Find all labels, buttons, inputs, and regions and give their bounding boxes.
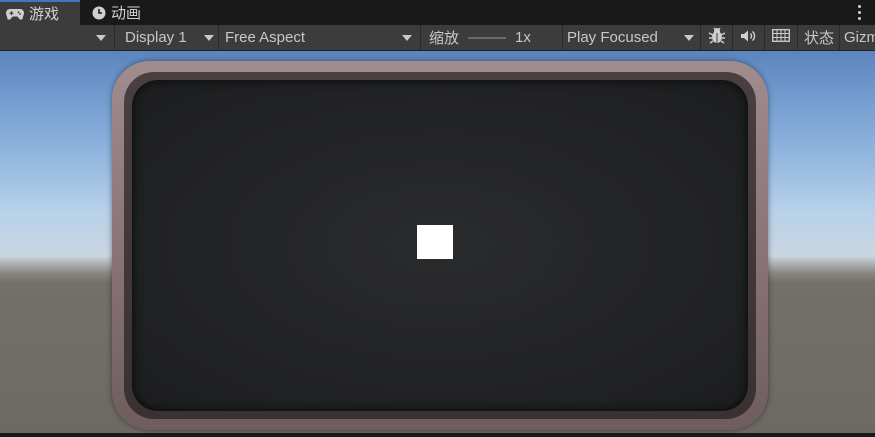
stats-label: 状态 (804, 30, 835, 47)
bottom-border (0, 433, 875, 437)
chevron-down-icon (204, 34, 214, 41)
chevron-down-icon (684, 34, 694, 41)
scale-value: 1x (515, 29, 531, 46)
white-square (417, 225, 453, 259)
tab-bar: 游戏 动画 (0, 0, 875, 25)
gamepad-icon (6, 8, 24, 20)
scale-slider[interactable] (468, 36, 507, 39)
aspect-label: Free Aspect (225, 29, 306, 46)
tab-game-label: 游戏 (29, 6, 60, 23)
tab-game[interactable]: 游戏 (0, 0, 80, 25)
grid-icon (772, 29, 790, 46)
clock-icon (92, 6, 106, 20)
display-dropdown[interactable]: Display 1 (114, 25, 218, 50)
play-mode-dropdown[interactable]: Play Focused (562, 25, 700, 50)
play-mode-label: Play Focused (567, 29, 658, 46)
view-mode-dropdown[interactable] (96, 25, 110, 50)
chevron-down-icon (402, 34, 412, 41)
display-label: Display 1 (125, 29, 187, 46)
speaker-icon (740, 29, 758, 47)
game-viewport[interactable] (0, 51, 875, 433)
stats-button[interactable]: 状态 (797, 25, 839, 50)
bug-icon (708, 27, 726, 48)
gizmos-button[interactable]: Gizmos (839, 25, 875, 50)
aspect-dropdown[interactable]: Free Aspect (218, 25, 420, 50)
kebab-menu-icon[interactable] (857, 5, 861, 20)
tab-animation[interactable]: 动画 (92, 0, 141, 25)
gizmos-label: Gizmos (844, 29, 875, 46)
scale-label: 缩放 (429, 30, 460, 47)
game-view-toolbar: Display 1 Free Aspect 缩放 1x Play Focused (0, 25, 875, 51)
frame-debugger-button[interactable] (701, 25, 732, 50)
scale-control: 缩放 1x (420, 25, 562, 50)
chevron-down-icon (96, 34, 106, 41)
grid-toggle-button[interactable] (765, 25, 797, 50)
mute-audio-button[interactable] (733, 25, 764, 50)
tab-animation-label: 动画 (111, 5, 142, 22)
